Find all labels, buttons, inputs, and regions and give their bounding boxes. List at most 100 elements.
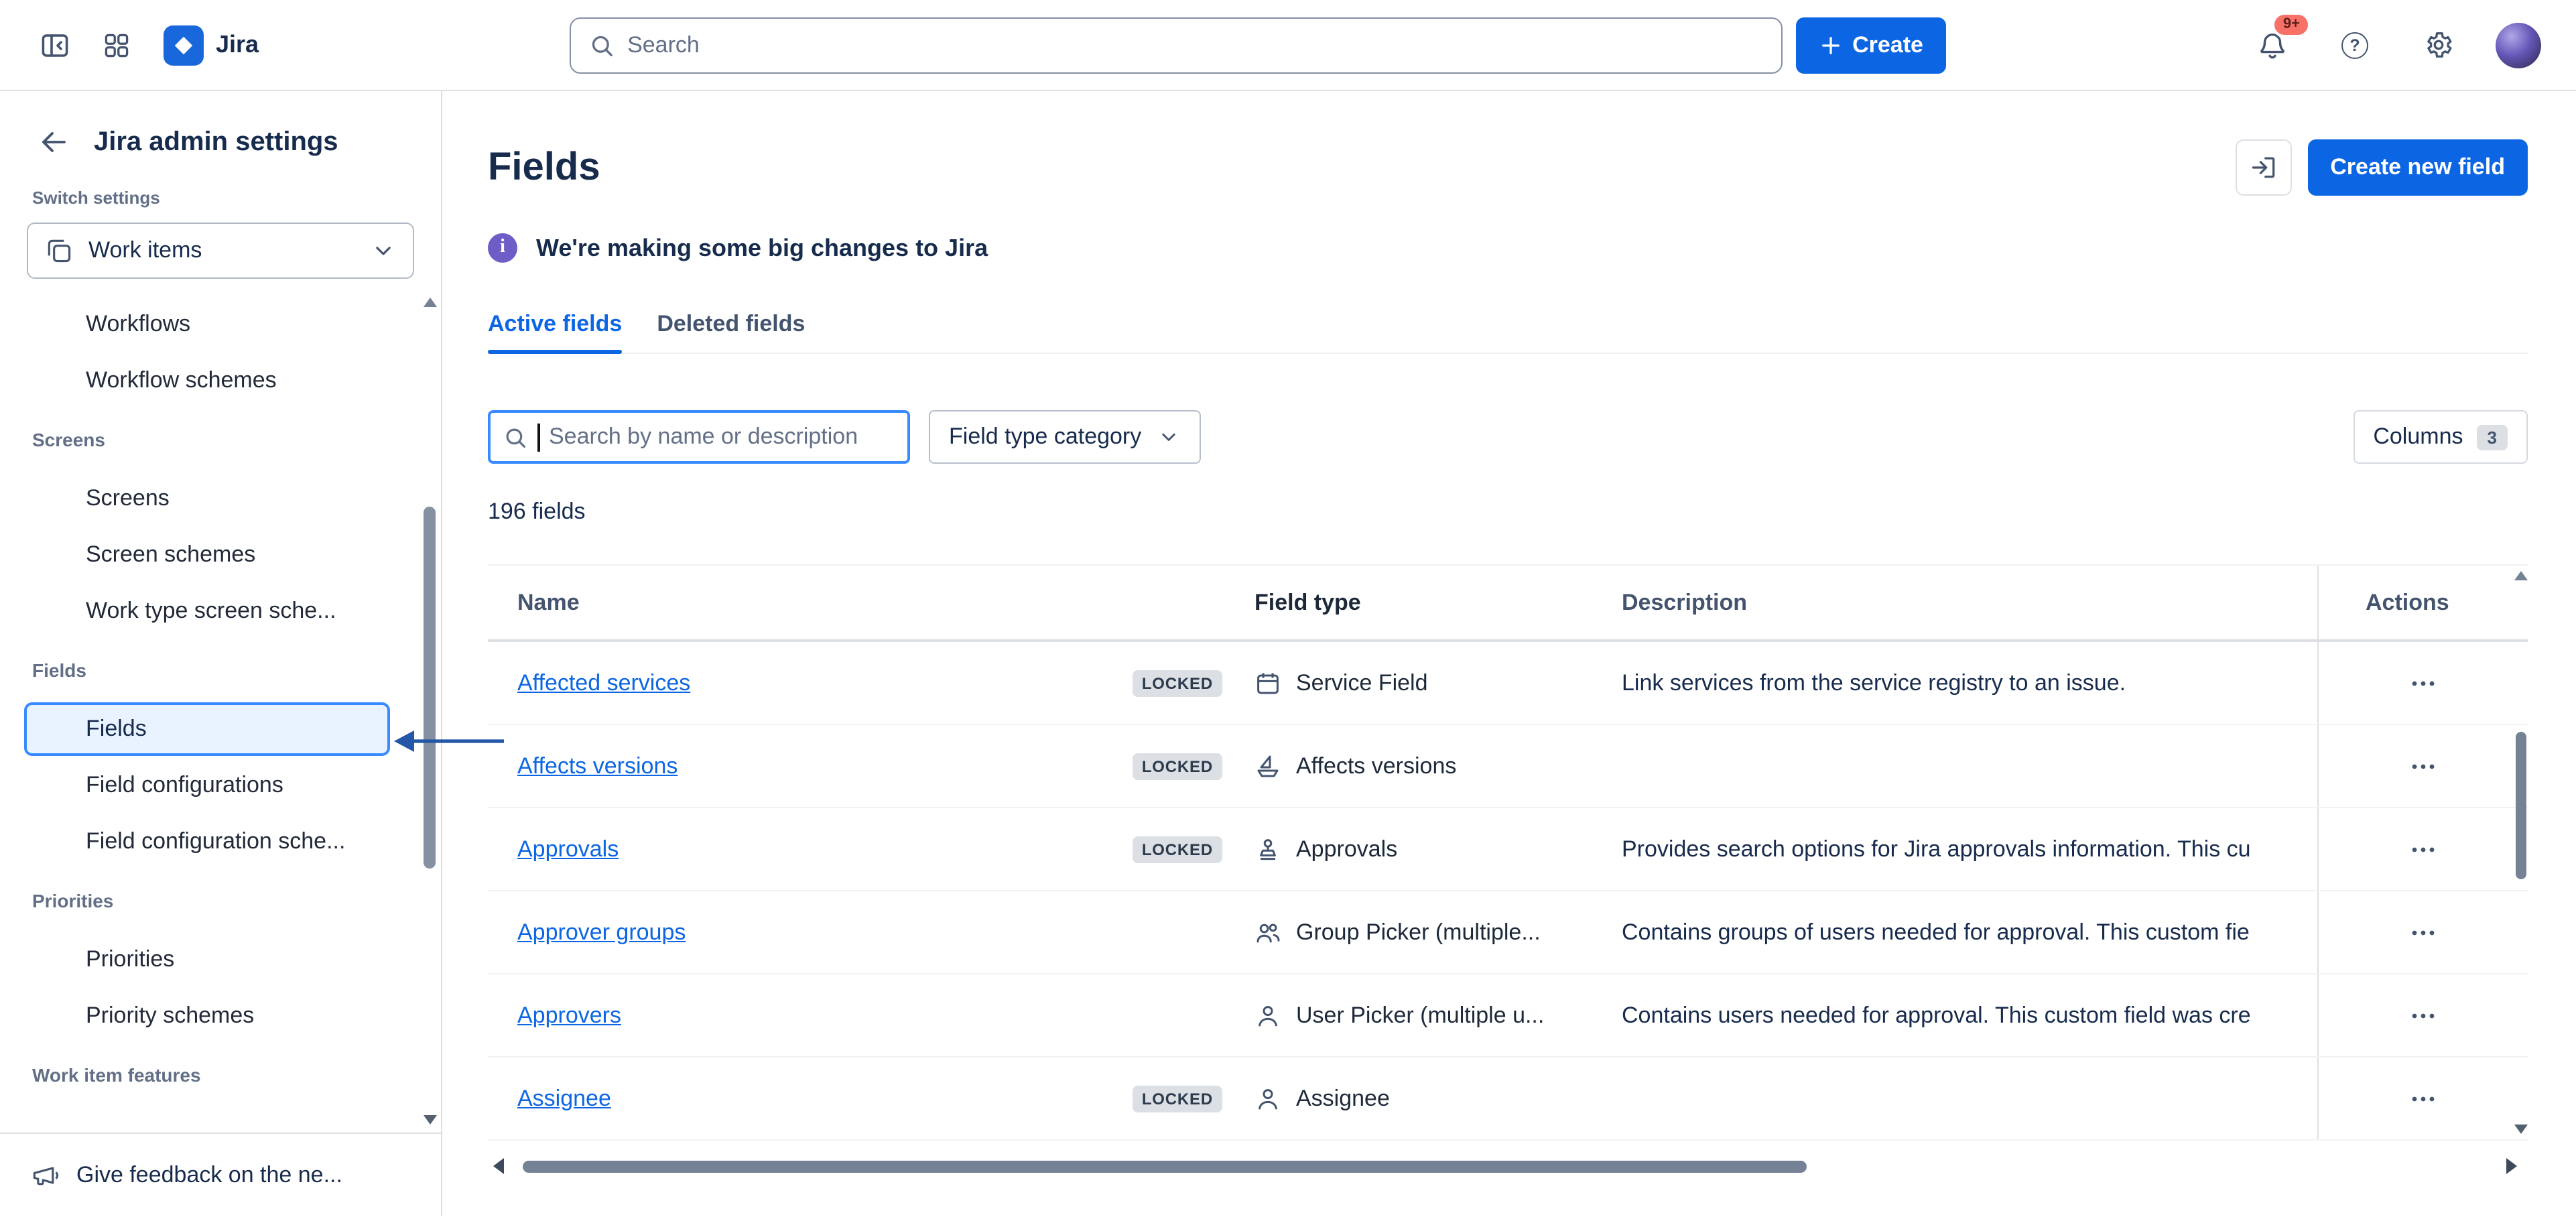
horizontal-scrollbar-thumb[interactable] bbox=[523, 1161, 1807, 1173]
sidebar-heading-work-item-features: Work item features bbox=[0, 1045, 441, 1104]
fields-table: Name Field type Description Actions Affe… bbox=[488, 564, 2528, 1141]
more-options-icon bbox=[2407, 750, 2439, 782]
sidebar-item-fields[interactable]: Fields bbox=[24, 702, 390, 756]
tab-deleted-fields[interactable]: Deleted fields bbox=[657, 311, 805, 353]
notifications-button[interactable]: 9+ bbox=[2246, 19, 2297, 70]
search-icon bbox=[503, 424, 528, 450]
work-items-icon bbox=[44, 236, 74, 265]
column-header-description[interactable]: Description bbox=[1622, 589, 2317, 616]
text-cursor bbox=[537, 423, 539, 451]
row-actions-button[interactable] bbox=[2392, 745, 2454, 787]
sidebar-item-screens[interactable]: Screens bbox=[24, 472, 390, 525]
filter-bar: Field type category Columns 3 bbox=[488, 410, 2528, 464]
sidebar-item-screen-schemes[interactable]: Screen schemes bbox=[24, 528, 390, 582]
sidebar-item-workflow-schemes[interactable]: Workflow schemes bbox=[24, 354, 390, 407]
create-button[interactable]: Create bbox=[1796, 17, 1946, 73]
locked-badge: LOCKED bbox=[1133, 1085, 1222, 1112]
fields-admin-content: Fields Create new field i We're making s… bbox=[442, 91, 2576, 1216]
settings-switcher-dropdown[interactable]: Work items bbox=[27, 222, 414, 279]
user-icon bbox=[1254, 1085, 1281, 1112]
field-type-label: Approvals bbox=[1296, 836, 1397, 862]
row-actions-button[interactable] bbox=[2392, 911, 2454, 954]
app-switcher-button[interactable] bbox=[91, 19, 142, 70]
table-header-row: Name Field type Description Actions bbox=[488, 564, 2528, 642]
sidebar-item-work-type-screen-schemes[interactable]: Work type screen sche... bbox=[24, 584, 390, 638]
field-description: Contains groups of users needed for appr… bbox=[1622, 919, 2317, 946]
sidebar-item-field-configuration-schemes[interactable]: Field configuration sche... bbox=[24, 815, 390, 869]
table-row: Assignee LOCKED Assignee bbox=[488, 1058, 2528, 1141]
column-header-field-type[interactable]: Field type bbox=[1254, 589, 1622, 616]
table-vertical-scrollbar[interactable] bbox=[2514, 571, 2528, 1134]
admin-settings-sidebar: Jira admin settings Switch settings Work… bbox=[0, 91, 442, 1216]
sidebar-item-priorities[interactable]: Priorities bbox=[24, 933, 390, 986]
global-search-input[interactable] bbox=[627, 31, 1764, 58]
field-name-link[interactable]: Approvals bbox=[517, 836, 619, 862]
row-actions-button[interactable] bbox=[2392, 661, 2454, 704]
give-feedback-button[interactable]: Give feedback on the ne... bbox=[0, 1133, 441, 1216]
jira-home-link[interactable]: Jira bbox=[153, 25, 269, 65]
sidebar-scrollbar[interactable] bbox=[424, 295, 437, 1127]
scroll-down-arrow-icon[interactable] bbox=[2514, 1125, 2528, 1134]
locked-badge: LOCKED bbox=[1133, 669, 1222, 696]
jira-logo-icon bbox=[164, 25, 204, 65]
panel-left-icon bbox=[39, 29, 71, 61]
field-name-link[interactable]: Approver groups bbox=[517, 919, 686, 946]
topbar-right-group: 9+ ? bbox=[2246, 19, 2576, 70]
field-type-label: Group Picker (multiple... bbox=[1296, 919, 1541, 946]
fields-search-input[interactable] bbox=[549, 424, 895, 450]
field-name-link[interactable]: Affects versions bbox=[517, 753, 678, 779]
columns-count-badge: 3 bbox=[2477, 424, 2508, 450]
fields-search-box[interactable] bbox=[488, 410, 910, 464]
topbar-left-group: Jira bbox=[0, 19, 269, 70]
sidebar-nav: Workflows Workflow schemes Screens Scree… bbox=[0, 295, 441, 1133]
field-name-link[interactable]: Affected services bbox=[517, 669, 690, 696]
sidebar-item-workflows[interactable]: Workflows bbox=[24, 298, 390, 351]
global-search-box[interactable] bbox=[570, 17, 1783, 73]
collapse-sidebar-button[interactable] bbox=[29, 19, 80, 70]
table-row: Affected services LOCKED Service Field L… bbox=[488, 642, 2528, 725]
create-new-field-button[interactable]: Create new field bbox=[2307, 139, 2528, 196]
scroll-right-arrow-icon[interactable] bbox=[2506, 1158, 2517, 1174]
search-icon bbox=[588, 31, 615, 58]
table-horizontal-scrollbar[interactable] bbox=[488, 1157, 2528, 1175]
user-avatar[interactable] bbox=[2496, 22, 2541, 68]
tab-active-fields[interactable]: Active fields bbox=[488, 311, 622, 353]
sidebar-item-priority-schemes[interactable]: Priority schemes bbox=[24, 989, 390, 1043]
user-icon bbox=[1254, 1002, 1281, 1029]
more-options-icon bbox=[2407, 999, 2439, 1031]
field-name-link[interactable]: Assignee bbox=[517, 1085, 611, 1112]
row-actions-button[interactable] bbox=[2392, 994, 2454, 1037]
field-type-label: Service Field bbox=[1296, 669, 1428, 696]
banner-text: We're making some big changes to Jira bbox=[536, 234, 988, 262]
table-scrollbar-thumb[interactable] bbox=[2516, 732, 2526, 879]
back-button[interactable] bbox=[35, 123, 72, 161]
app-switcher-grid-icon bbox=[102, 30, 131, 60]
scroll-up-arrow-icon[interactable] bbox=[2514, 571, 2528, 580]
more-options-icon bbox=[2407, 1082, 2439, 1114]
field-name-link[interactable]: Approvers bbox=[517, 1002, 621, 1029]
settings-button[interactable] bbox=[2412, 19, 2463, 70]
scroll-left-arrow-icon[interactable] bbox=[493, 1158, 504, 1174]
table-row: Approver groups Group Picker (multiple..… bbox=[488, 891, 2528, 974]
field-type-label: Assignee bbox=[1296, 1085, 1390, 1112]
create-button-label: Create bbox=[1852, 31, 1923, 58]
table-row: Approvers User Picker (multiple u... Con… bbox=[488, 974, 2528, 1058]
field-type-category-label: Field type category bbox=[949, 424, 1141, 450]
columns-button[interactable]: Columns 3 bbox=[2353, 410, 2528, 464]
locked-badge: LOCKED bbox=[1133, 753, 1222, 779]
columns-button-label: Columns bbox=[2373, 424, 2463, 450]
sidebar-scrollbar-thumb[interactable] bbox=[424, 507, 436, 869]
scroll-up-arrow-icon[interactable] bbox=[424, 298, 437, 307]
plus-icon bbox=[1819, 33, 1843, 57]
scroll-down-arrow-icon[interactable] bbox=[424, 1115, 437, 1125]
open-side-panel-button[interactable] bbox=[2235, 139, 2291, 196]
column-header-name[interactable]: Name bbox=[488, 566, 1254, 639]
help-button[interactable]: ? bbox=[2329, 19, 2380, 70]
table-row: Affects versions LOCKED Affects versions bbox=[488, 725, 2528, 808]
row-actions-button[interactable] bbox=[2392, 1077, 2454, 1120]
sidebar-item-field-configurations[interactable]: Field configurations bbox=[24, 759, 390, 812]
field-type-category-dropdown[interactable]: Field type category bbox=[929, 410, 1200, 464]
field-type-label: User Picker (multiple u... bbox=[1296, 1002, 1544, 1029]
row-actions-button[interactable] bbox=[2392, 828, 2454, 871]
gear-icon bbox=[2423, 29, 2453, 60]
